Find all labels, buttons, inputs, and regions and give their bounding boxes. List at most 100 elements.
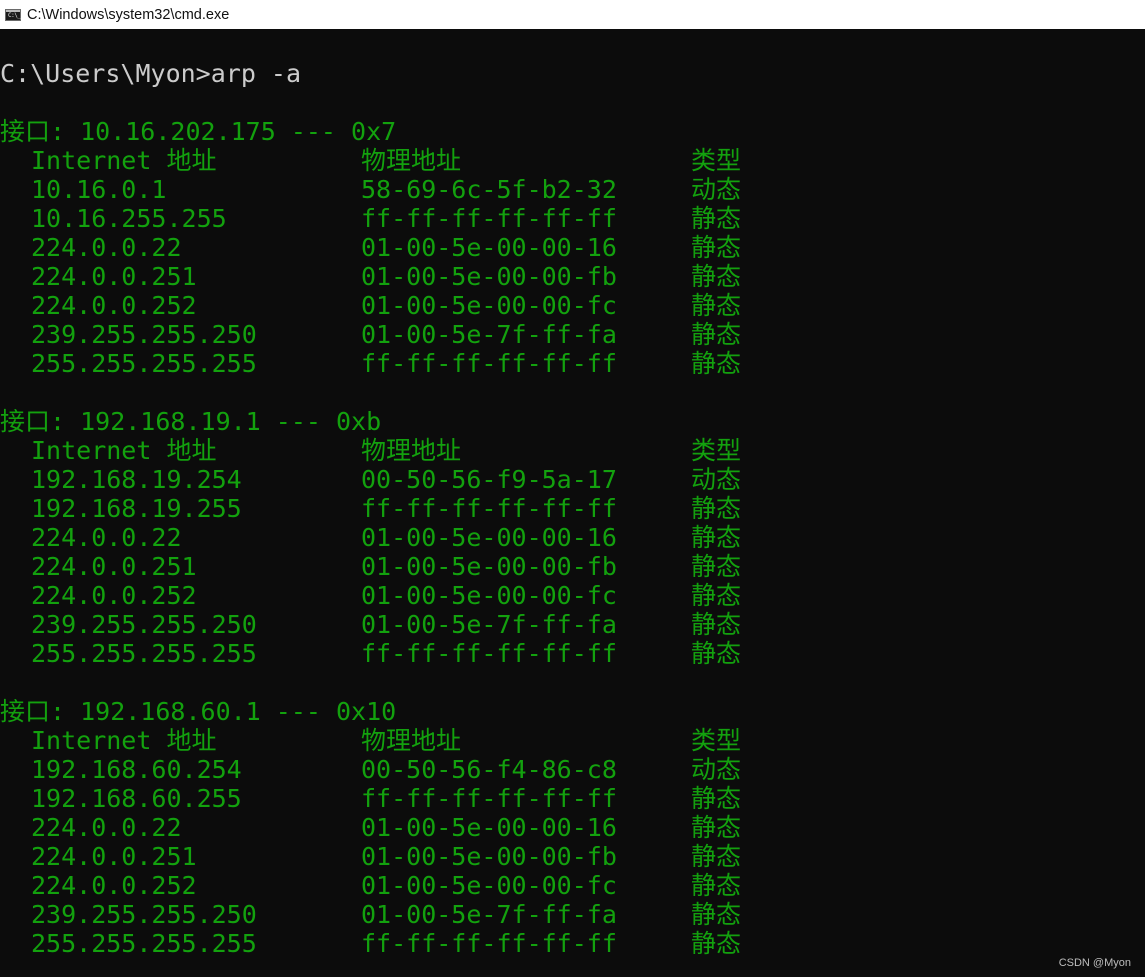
arp-physical-address: 01-00-5e-00-00-16	[361, 813, 617, 842]
arp-entry-type: 静态	[691, 233, 742, 262]
arp-physical-address: 01-00-5e-00-00-fb	[361, 552, 617, 581]
arp-entry-type: 静态	[691, 784, 742, 813]
arp-entry-row: 192.168.60.254 00-50-56-f4-86-c8 动态	[0, 755, 741, 784]
arp-ip-address: 224.0.0.251	[31, 842, 197, 871]
arp-ip-address: 192.168.60.255	[31, 784, 242, 813]
arp-physical-address: 01-00-5e-7f-ff-fa	[361, 320, 617, 349]
arp-entry-row: 239.255.255.250 01-00-5e-7f-ff-fa 静态	[0, 320, 741, 349]
arp-entry-type: 静态	[691, 291, 742, 320]
arp-entry-row: 239.255.255.250 01-00-5e-7f-ff-fa 静态	[0, 610, 741, 639]
arp-ip-address: 224.0.0.252	[31, 871, 197, 900]
arp-entry-row: 239.255.255.250 01-00-5e-7f-ff-fa 静态	[0, 900, 741, 929]
arp-entry-type: 静态	[691, 581, 742, 610]
arp-physical-address: ff-ff-ff-ff-ff-ff	[361, 204, 617, 233]
arp-ip-address: 224.0.0.22	[31, 523, 182, 552]
arp-entry-row: 224.0.0.22 01-00-5e-00-00-16 静态	[0, 233, 741, 262]
arp-ip-address: 239.255.255.250	[31, 610, 257, 639]
arp-physical-address: 01-00-5e-00-00-16	[361, 523, 617, 552]
arp-entry-type: 静态	[691, 523, 742, 552]
arp-entry-row: 224.0.0.251 01-00-5e-00-00-fb 静态	[0, 552, 741, 581]
arp-entry-row: 10.16.255.255 ff-ff-ff-ff-ff-ff 静态	[0, 204, 741, 233]
arp-entry-type: 动态	[691, 465, 742, 494]
command-prompt-line: C:\Users\Myon>arp -a	[0, 59, 302, 88]
arp-physical-address: ff-ff-ff-ff-ff-ff	[361, 784, 617, 813]
csdn-watermark: CSDN @Myon⁠	[1058, 957, 1131, 969]
interface-header: 接口: 10.16.202.175 --- 0x7	[0, 117, 397, 146]
window-title: C:\Windows\system32\cmd.exe	[27, 6, 230, 23]
column-header-mac: 物理地址	[361, 146, 462, 175]
column-header-type: 类型	[691, 726, 742, 755]
arp-entry-type: 静态	[691, 929, 742, 958]
column-header-ip: Internet 地址	[31, 726, 217, 755]
interface-header: 接口: 192.168.60.1 --- 0x10	[0, 697, 397, 726]
arp-entry-row: 255.255.255.255 ff-ff-ff-ff-ff-ff 静态	[0, 929, 741, 958]
arp-physical-address: 01-00-5e-00-00-16	[361, 233, 617, 262]
column-header-ip: Internet 地址	[31, 146, 217, 175]
arp-ip-address: 224.0.0.252	[31, 581, 197, 610]
arp-entry-type: 静态	[691, 842, 742, 871]
arp-entry-type: 静态	[691, 494, 742, 523]
arp-entry-type: 静态	[691, 262, 742, 291]
arp-entry-type: 静态	[691, 871, 742, 900]
arp-physical-address: 01-00-5e-00-00-fb	[361, 842, 617, 871]
arp-ip-address: 224.0.0.22	[31, 813, 182, 842]
column-header-type: 类型	[691, 436, 742, 465]
arp-ip-address: 255.255.255.255	[31, 349, 257, 378]
arp-entry-row: 224.0.0.22 01-00-5e-00-00-16 静态	[0, 523, 741, 552]
arp-physical-address: 00-50-56-f9-5a-17	[361, 465, 617, 494]
console-output[interactable]: C:\Users\Myon>arp -a 接口: 10.16.202.175 -…	[0, 29, 1145, 977]
column-header-row: Internet 地址 物理地址 类型	[0, 146, 741, 175]
arp-entry-row: 192.168.60.255 ff-ff-ff-ff-ff-ff 静态	[0, 784, 741, 813]
arp-physical-address: ff-ff-ff-ff-ff-ff	[361, 929, 617, 958]
arp-physical-address: 01-00-5e-00-00-fb	[361, 262, 617, 291]
arp-entry-row: 224.0.0.252 01-00-5e-00-00-fc 静态	[0, 871, 741, 900]
column-header-mac: 物理地址	[361, 436, 462, 465]
arp-entry-row: 255.255.255.255 ff-ff-ff-ff-ff-ff 静态	[0, 349, 741, 378]
arp-entry-type: 静态	[691, 320, 742, 349]
arp-ip-address: 192.168.19.254	[31, 465, 242, 494]
arp-ip-address: 224.0.0.251	[31, 262, 197, 291]
arp-physical-address: ff-ff-ff-ff-ff-ff	[361, 639, 617, 668]
arp-entry-row: 224.0.0.252 01-00-5e-00-00-fc 静态	[0, 291, 741, 320]
arp-physical-address: 58-69-6c-5f-b2-32	[361, 175, 617, 204]
arp-ip-address: 239.255.255.250	[31, 320, 257, 349]
arp-ip-address: 10.16.0.1	[31, 175, 167, 204]
arp-ip-address: 224.0.0.251	[31, 552, 197, 581]
arp-physical-address: 01-00-5e-00-00-fc	[361, 291, 617, 320]
arp-entry-type: 动态	[691, 755, 742, 784]
arp-entry-row: 192.168.19.254 00-50-56-f9-5a-17 动态	[0, 465, 741, 494]
title-bar[interactable]: C:\_ C:\Windows\system32\cmd.exe	[0, 0, 1145, 29]
arp-entry-row: 224.0.0.252 01-00-5e-00-00-fc 静态	[0, 581, 741, 610]
cmd-icon[interactable]: C:\_	[5, 8, 21, 21]
arp-entry-row: 255.255.255.255 ff-ff-ff-ff-ff-ff 静态	[0, 639, 741, 668]
arp-entry-type: 静态	[691, 639, 742, 668]
arp-physical-address: ff-ff-ff-ff-ff-ff	[361, 349, 617, 378]
cmd-icon-glyph: C:\_	[8, 11, 21, 19]
arp-physical-address: ff-ff-ff-ff-ff-ff	[361, 494, 617, 523]
column-header-mac: 物理地址	[361, 726, 462, 755]
cmd-window: C:\_ C:\Windows\system32\cmd.exe C:\User…	[0, 0, 1145, 977]
arp-physical-address: 01-00-5e-00-00-fc	[361, 871, 617, 900]
column-header-ip: Internet 地址	[31, 436, 217, 465]
arp-ip-address: 10.16.255.255	[31, 204, 227, 233]
column-header-row: Internet 地址 物理地址 类型	[0, 726, 741, 755]
arp-entry-row: 224.0.0.22 01-00-5e-00-00-16 静态	[0, 813, 741, 842]
arp-entry-type: 静态	[691, 204, 742, 233]
arp-ip-address: 224.0.0.22	[31, 233, 182, 262]
arp-entry-type: 静态	[691, 900, 742, 929]
arp-ip-address: 192.168.60.254	[31, 755, 242, 784]
arp-entry-type: 动态	[691, 175, 742, 204]
arp-ip-address: 255.255.255.255	[31, 639, 257, 668]
arp-physical-address: 00-50-56-f4-86-c8	[361, 755, 617, 784]
interface-header: 接口: 192.168.19.1 --- 0xb	[0, 407, 382, 436]
arp-ip-address: 255.255.255.255	[31, 929, 257, 958]
arp-entry-row: 224.0.0.251 01-00-5e-00-00-fb 静态	[0, 262, 741, 291]
arp-ip-address: 192.168.19.255	[31, 494, 242, 523]
arp-entry-row: 10.16.0.1 58-69-6c-5f-b2-32 动态	[0, 175, 741, 204]
arp-entry-row: 192.168.19.255 ff-ff-ff-ff-ff-ff 静态	[0, 494, 741, 523]
column-header-type: 类型	[691, 146, 742, 175]
arp-entry-type: 静态	[691, 610, 742, 639]
column-header-row: Internet 地址 物理地址 类型	[0, 436, 741, 465]
arp-physical-address: 01-00-5e-7f-ff-fa	[361, 900, 617, 929]
arp-entry-type: 静态	[691, 552, 742, 581]
